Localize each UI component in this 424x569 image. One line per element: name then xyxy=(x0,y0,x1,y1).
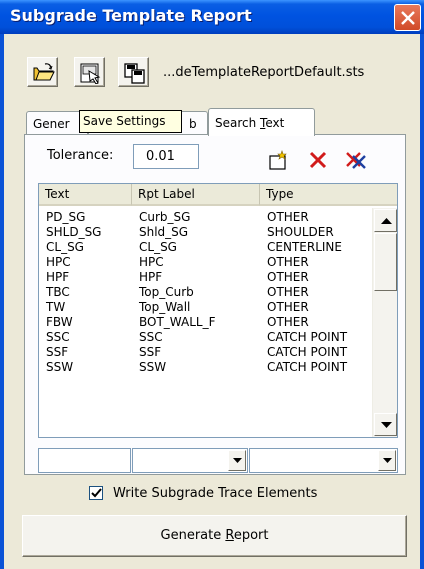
new-row-icon xyxy=(269,150,287,170)
save-as-icon xyxy=(80,63,101,84)
table-cell-text: HPF xyxy=(46,270,70,284)
table-vertical-scrollbar[interactable] xyxy=(372,208,397,437)
table-cell-type: CATCH POINT xyxy=(267,345,348,359)
scroll-up-button[interactable] xyxy=(374,209,397,232)
open-settings-button[interactable] xyxy=(27,57,58,87)
table-cell-text: SSC xyxy=(46,330,70,344)
column-header-type[interactable]: Type xyxy=(260,184,397,206)
dropdown-button[interactable] xyxy=(228,450,246,471)
table-cell-text: CL_SG xyxy=(46,240,84,254)
dropdown-button[interactable] xyxy=(378,450,396,471)
generate-label-start: Generate xyxy=(160,528,226,543)
scrollbar-thumb[interactable] xyxy=(374,233,397,291)
delete-icon xyxy=(309,151,327,169)
title-bar[interactable]: Subgrade Template Report xyxy=(0,0,424,34)
table-row[interactable]: TW Top_Wall OTHER xyxy=(39,300,369,315)
table-cell-text: PD_SG xyxy=(46,210,86,224)
search-text-table[interactable]: Text Rpt Label Type PD_SG Curb_SG OTHER SHL… xyxy=(38,183,398,438)
table-cell-label: HPF xyxy=(139,270,163,284)
tab-second-label-end: b xyxy=(189,117,197,131)
table-row[interactable]: SSF SSF CATCH POINT xyxy=(39,345,369,360)
table-cell-label: CL_SG xyxy=(139,240,177,254)
table-cell-label: Top_Curb xyxy=(139,285,194,299)
save-button[interactable] xyxy=(118,57,149,87)
write-trace-elements-label[interactable]: Write Subgrade Trace Elements xyxy=(113,486,317,501)
tab-search-label-end: ext xyxy=(265,116,285,130)
table-cell-label: SSF xyxy=(139,345,162,359)
add-row-button[interactable] xyxy=(267,149,291,171)
table-cell-text: SSW xyxy=(46,360,74,374)
write-trace-elements-checkbox[interactable] xyxy=(89,486,103,500)
tab-search-text[interactable]: Search Text xyxy=(208,108,315,136)
window-title: Subgrade Template Report xyxy=(10,6,252,25)
table-row[interactable]: FBW BOT_WALL_F OTHER xyxy=(39,315,369,330)
table-row[interactable]: CL_SG CL_SG CENTERLINE xyxy=(39,240,369,255)
table-cell-text: SSF xyxy=(46,345,69,359)
close-button[interactable] xyxy=(394,4,421,31)
table-row[interactable]: SHLD_SG Shld_SG SHOULDER xyxy=(39,225,369,240)
save-icon xyxy=(124,63,145,84)
table-cell-type: SHOULDER xyxy=(267,225,334,239)
edit-type-dropdown[interactable] xyxy=(249,448,398,473)
column-header-text[interactable]: Text xyxy=(39,184,132,206)
window-frame-left xyxy=(0,34,4,569)
table-cell-type: OTHER xyxy=(267,315,309,329)
table-cell-type: OTHER xyxy=(267,210,309,224)
delete-all-icon xyxy=(346,152,366,169)
table-cell-label: BOT_WALL_F xyxy=(139,315,216,329)
table-cell-label: SSC xyxy=(139,330,163,344)
table-row[interactable]: HPC HPC OTHER xyxy=(39,255,369,270)
chevron-down-icon xyxy=(383,458,392,463)
table-cell-type: CATCH POINT xyxy=(267,330,348,344)
table-cell-text: HPC xyxy=(46,255,71,269)
table-cell-text: FBW xyxy=(46,315,73,329)
tolerance-label: Tolerance: xyxy=(47,148,114,163)
delete-row-button[interactable] xyxy=(307,149,329,171)
table-cell-label: HPC xyxy=(139,255,164,269)
table-row[interactable]: SSW SSW CATCH POINT xyxy=(39,360,369,375)
table-row[interactable]: SSC SSC CATCH POINT xyxy=(39,330,369,345)
close-icon xyxy=(401,11,415,25)
tolerance-input[interactable]: 0.01 xyxy=(133,144,199,169)
scroll-down-button[interactable] xyxy=(374,413,397,436)
generate-label-mnemonic: R xyxy=(225,528,234,543)
tooltip: Save Settings xyxy=(79,110,182,133)
table-cell-label: Top_Wall xyxy=(139,300,191,314)
table-cell-text: SHLD_SG xyxy=(46,225,102,239)
arrow-down-icon xyxy=(381,422,392,428)
tab-general-label: Gener xyxy=(33,117,70,131)
column-header-rpt-label[interactable]: Rpt Label xyxy=(132,184,260,206)
table-cell-label: Shld_SG xyxy=(139,225,189,239)
table-cell-text: TBC xyxy=(46,285,70,299)
generate-report-button[interactable]: Generate Report xyxy=(22,515,407,557)
chevron-down-icon xyxy=(233,458,242,463)
arrow-up-icon xyxy=(381,218,392,224)
save-settings-button[interactable] xyxy=(74,57,105,87)
table-cell-type: OTHER xyxy=(267,270,309,284)
edit-text-input[interactable] xyxy=(38,448,131,473)
checkmark-icon xyxy=(91,488,102,498)
table-cell-label: Curb_SG xyxy=(139,210,191,224)
table-cell-label: SSW xyxy=(139,360,167,374)
settings-file-path: ...deTemplateReportDefault.sts xyxy=(163,65,365,80)
table-row[interactable]: HPF HPF OTHER xyxy=(39,270,369,285)
table-cell-type: CENTERLINE xyxy=(267,240,342,254)
open-folder-icon xyxy=(33,63,55,81)
table-cell-type: OTHER xyxy=(267,285,309,299)
delete-all-button[interactable] xyxy=(344,149,368,171)
table-cell-type: OTHER xyxy=(267,300,309,314)
edit-rpt-label-dropdown[interactable] xyxy=(132,448,248,473)
table-row[interactable]: PD_SG Curb_SG OTHER xyxy=(39,210,369,225)
generate-label-end: eport xyxy=(233,528,269,543)
window-frame-right xyxy=(420,34,424,569)
table-row[interactable]: TBC Top_Curb OTHER xyxy=(39,285,369,300)
table-cell-type: CATCH POINT xyxy=(267,360,348,374)
table-cell-text: TW xyxy=(46,300,66,314)
table-cell-type: OTHER xyxy=(267,255,309,269)
tab-search-label-start: Search xyxy=(215,116,261,130)
